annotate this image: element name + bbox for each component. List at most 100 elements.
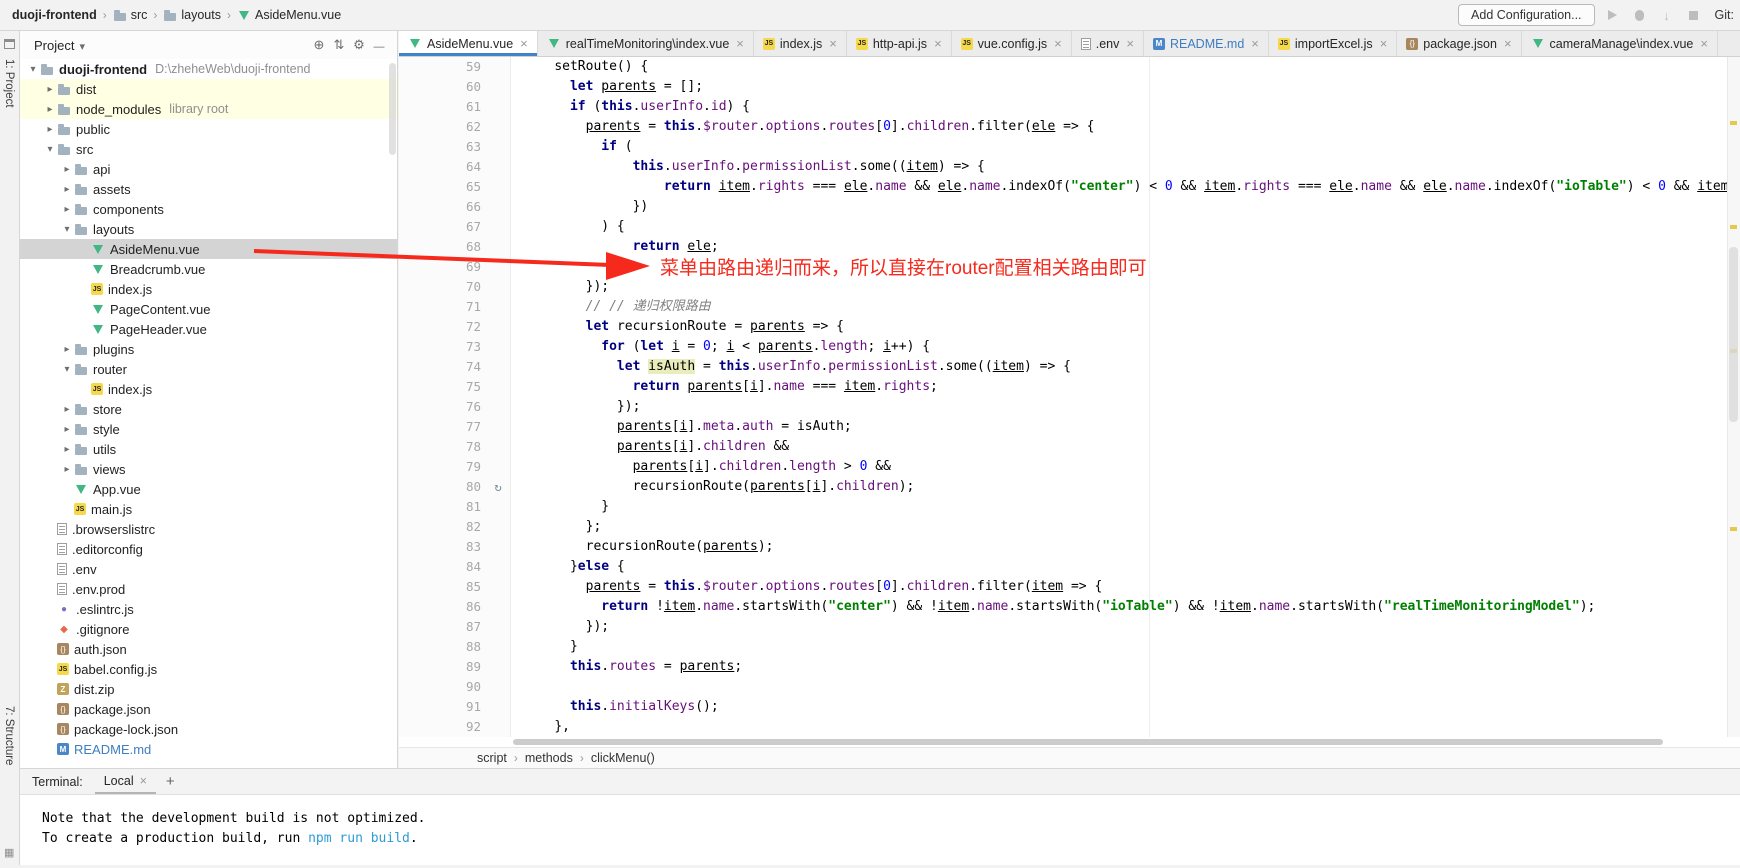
line-number[interactable]: 66 bbox=[399, 197, 485, 217]
code-line[interactable]: 70 }); bbox=[399, 277, 1740, 297]
git-label[interactable]: Git: bbox=[1715, 8, 1734, 22]
tree-item[interactable]: Zdist.zip bbox=[20, 679, 397, 699]
tree-arrow-icon[interactable]: ▾ bbox=[60, 364, 74, 375]
code-line[interactable]: 92 }, bbox=[399, 717, 1740, 737]
line-number[interactable]: 64 bbox=[399, 157, 485, 177]
editor-tab[interactable]: MREADME.md× bbox=[1144, 31, 1269, 56]
line-number[interactable]: 67 bbox=[399, 217, 485, 237]
breadcrumb-item[interactable]: AsideMenu.vue bbox=[237, 8, 341, 22]
debug-icon[interactable] bbox=[1631, 6, 1649, 24]
editor-tab[interactable]: JShttp-api.js× bbox=[847, 31, 952, 56]
code-line[interactable]: 67 ) { bbox=[399, 217, 1740, 237]
line-number[interactable]: 61 bbox=[399, 97, 485, 117]
line-number[interactable]: 70 bbox=[399, 277, 485, 297]
tree-item[interactable]: Breadcrumb.vue bbox=[20, 259, 397, 279]
tab-close-icon[interactable]: × bbox=[1700, 36, 1708, 51]
locate-icon[interactable] bbox=[309, 37, 329, 53]
code-line[interactable]: 85 parents = this.$router.options.routes… bbox=[399, 577, 1740, 597]
terminal-tab-local[interactable]: Local × bbox=[95, 769, 156, 794]
tree-item[interactable]: ▸utils bbox=[20, 439, 397, 459]
tree-arrow-icon[interactable]: ▸ bbox=[60, 464, 74, 475]
warning-mark[interactable] bbox=[1730, 527, 1737, 531]
tool-windows-toggle-icon[interactable]: ▦ bbox=[4, 846, 14, 859]
code-line[interactable]: 64 this.userInfo.permissionList.some((it… bbox=[399, 157, 1740, 177]
line-number[interactable]: 87 bbox=[399, 617, 485, 637]
line-number[interactable]: 92 bbox=[399, 717, 485, 737]
tree-item[interactable]: JSindex.js bbox=[20, 279, 397, 299]
tree-item[interactable]: .browserslistrc bbox=[20, 519, 397, 539]
structure-tool-button[interactable]: 7: Structure bbox=[3, 706, 15, 765]
code-line[interactable]: 63 if ( bbox=[399, 137, 1740, 157]
project-scrollbar[interactable] bbox=[389, 63, 396, 155]
tree-item[interactable]: ▸plugins bbox=[20, 339, 397, 359]
tab-close-icon[interactable]: × bbox=[1251, 36, 1259, 51]
tree-item[interactable]: MREADME.md bbox=[20, 739, 397, 759]
tree-item[interactable]: ◆.gitignore bbox=[20, 619, 397, 639]
tree-item[interactable]: ▸style bbox=[20, 419, 397, 439]
warning-mark[interactable] bbox=[1730, 121, 1737, 125]
tree-arrow-icon[interactable]: ▾ bbox=[26, 64, 40, 75]
code-line[interactable]: 78 parents[i].children && bbox=[399, 437, 1740, 457]
tree-arrow-icon[interactable]: ▸ bbox=[60, 164, 74, 175]
code-line[interactable]: 65 return item.rights === ele.name && el… bbox=[399, 177, 1740, 197]
code-editor[interactable]: 59 setRoute() {60 let parents = [];61 if… bbox=[399, 57, 1740, 737]
line-number[interactable]: 84 bbox=[399, 557, 485, 577]
line-number[interactable]: 63 bbox=[399, 137, 485, 157]
tab-close-icon[interactable]: × bbox=[1380, 36, 1388, 51]
line-number[interactable]: 90 bbox=[399, 677, 485, 697]
run-icon[interactable] bbox=[1604, 6, 1622, 24]
code-line[interactable]: 66 }) bbox=[399, 197, 1740, 217]
breadcrumb-item[interactable]: script bbox=[477, 751, 507, 765]
tree-item[interactable]: JSbabel.config.js bbox=[20, 659, 397, 679]
line-number[interactable]: 68 bbox=[399, 237, 485, 257]
code-line[interactable]: 76 }); bbox=[399, 397, 1740, 417]
tree-item[interactable]: JSindex.js bbox=[20, 379, 397, 399]
line-number[interactable]: 71 bbox=[399, 297, 485, 317]
add-configuration-button[interactable]: Add Configuration... bbox=[1458, 4, 1595, 26]
tab-close-icon[interactable]: × bbox=[1126, 36, 1134, 51]
code-line[interactable]: 80 recursionRoute(parents[i].children); bbox=[399, 477, 1740, 497]
code-line[interactable]: 62 parents = this.$router.options.routes… bbox=[399, 117, 1740, 137]
tree-item[interactable]: ▸views bbox=[20, 459, 397, 479]
breadcrumb-item[interactable]: layouts bbox=[163, 8, 221, 22]
tree-item[interactable]: {}package.json bbox=[20, 699, 397, 719]
tree-arrow-icon[interactable]: ▸ bbox=[43, 124, 57, 135]
code-line[interactable]: 87 }); bbox=[399, 617, 1740, 637]
code-line[interactable]: 89 this.routes = parents; bbox=[399, 657, 1740, 677]
code-line[interactable]: 88 } bbox=[399, 637, 1740, 657]
hide-panel-icon[interactable] bbox=[369, 38, 389, 53]
code-line[interactable]: 68 return ele; bbox=[399, 237, 1740, 257]
code-line[interactable]: 60 let parents = []; bbox=[399, 77, 1740, 97]
tree-item[interactable]: PageHeader.vue bbox=[20, 319, 397, 339]
breadcrumb-item[interactable]: methods bbox=[525, 751, 573, 765]
tab-close-icon[interactable]: × bbox=[934, 36, 942, 51]
line-number[interactable]: 76 bbox=[399, 397, 485, 417]
code-line[interactable]: 82 }; bbox=[399, 517, 1740, 537]
code-line[interactable]: 61 if (this.userInfo.id) { bbox=[399, 97, 1740, 117]
code-line[interactable]: 86 return !item.name.startsWith("center"… bbox=[399, 597, 1740, 617]
code-line[interactable]: 75 return parents[i].name === item.right… bbox=[399, 377, 1740, 397]
editor-tab[interactable]: cameraManage\index.vue× bbox=[1522, 31, 1718, 56]
tree-item[interactable]: ▸components bbox=[20, 199, 397, 219]
editor-tab[interactable]: AsideMenu.vue× bbox=[399, 31, 538, 56]
code-line[interactable]: 77 parents[i].meta.auth = isAuth; bbox=[399, 417, 1740, 437]
tree-item[interactable]: JSmain.js bbox=[20, 499, 397, 519]
tree-item[interactable]: App.vue bbox=[20, 479, 397, 499]
breadcrumb-item[interactable]: clickMenu() bbox=[591, 751, 655, 765]
tree-arrow-icon[interactable]: ▸ bbox=[60, 204, 74, 215]
line-number[interactable]: 78 bbox=[399, 437, 485, 457]
line-number[interactable]: 59 bbox=[399, 57, 485, 77]
code-line[interactable]: 79 parents[i].children.length > 0 && bbox=[399, 457, 1740, 477]
editor-vscrollbar[interactable] bbox=[1729, 247, 1738, 422]
line-number[interactable]: 75 bbox=[399, 377, 485, 397]
tree-item[interactable]: .editorconfig bbox=[20, 539, 397, 559]
line-number[interactable]: 81 bbox=[399, 497, 485, 517]
code-line[interactable]: 59 setRoute() { bbox=[399, 57, 1740, 77]
editor-tab[interactable]: realTimeMonitoring\index.vue× bbox=[538, 31, 754, 56]
tree-item[interactable]: ▾router bbox=[20, 359, 397, 379]
tree-arrow-icon[interactable]: ▸ bbox=[60, 444, 74, 455]
line-number[interactable]: 79 bbox=[399, 457, 485, 477]
code-line[interactable]: 91 this.initialKeys(); bbox=[399, 697, 1740, 717]
line-number[interactable]: 80 bbox=[399, 477, 485, 497]
tree-item[interactable]: ▸store bbox=[20, 399, 397, 419]
